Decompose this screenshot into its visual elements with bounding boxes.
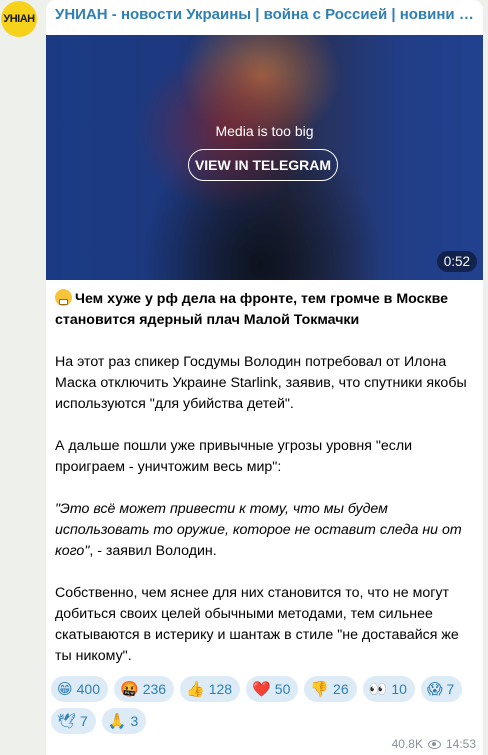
reaction-count: 26 (333, 681, 349, 697)
pray-icon: 🙏 (107, 711, 127, 730)
message-time: 14:53 (445, 737, 476, 751)
reactions-bar: 😁 400 🤬 236 👍 128 ❤️ 50 👎 26 👀 10 😱 7 🕊 7 🙏 3 (51, 676, 481, 734)
reaction-count: 7 (80, 713, 88, 729)
view-in-telegram-button[interactable]: VIEW IN TELEGRAM (188, 149, 338, 181)
reaction-thumbs-up[interactable]: 👍 128 (180, 676, 241, 702)
reaction-pray[interactable]: 🙏 3 (101, 708, 147, 734)
video-duration: 0:52 (436, 251, 477, 272)
channel-avatar[interactable]: УНІАН (1, 1, 37, 37)
reaction-angry[interactable]: 🤬 236 (114, 676, 175, 702)
reaction-count: 400 (76, 681, 100, 697)
reaction-count: 128 (208, 681, 233, 697)
message-bubble: УНИАН - новости Украины | война с Россие… (46, 0, 483, 755)
eyes-icon: 👀 (368, 679, 388, 698)
dove-icon: 🕊 (57, 711, 77, 730)
video-preview[interactable]: Media is too big VIEW IN TELEGRAM 0:52 (46, 35, 483, 280)
avatar-label: УНІАН (3, 13, 35, 25)
heart-icon: ❤️ (252, 679, 271, 698)
paragraph-3: Собственно, чем яснее для них становится… (55, 585, 459, 664)
reaction-grin[interactable]: 😁 400 (51, 676, 108, 702)
channel-title[interactable]: УНИАН - новости Украины | война с Россие… (55, 6, 475, 23)
view-count: 40.8K (391, 737, 423, 751)
eye-icon (427, 739, 441, 749)
message-text: Чем хуже у рф дела на фронте, тем громче… (55, 289, 470, 667)
reaction-count: 50 (274, 681, 291, 697)
grin-emoji-icon: 😁 (57, 679, 73, 698)
reaction-dove[interactable]: 🕊 7 (51, 708, 96, 734)
reaction-count: 3 (130, 713, 139, 729)
message-meta: 40.8K 14:53 (392, 737, 476, 751)
media-notice: Media is too big (215, 123, 314, 139)
headline-paragraph: Чем хуже у рф дела на фронте, тем громче… (55, 289, 470, 331)
reaction-count: 236 (142, 681, 167, 697)
angry-emoji-icon: 🤬 (120, 679, 139, 698)
quote-attribution: , - заявил Володин. (89, 543, 217, 559)
thumbs-down-icon: 👎 (310, 679, 330, 698)
reaction-scream[interactable]: 😱 7 (420, 676, 463, 702)
reaction-count: 7 (446, 681, 455, 697)
reaction-eyes[interactable]: 👀 10 (362, 676, 415, 702)
scream-emoji-icon: 😱 (426, 679, 443, 698)
reaction-heart[interactable]: ❤️ 50 (246, 676, 299, 702)
thumbs-up-icon: 👍 (186, 679, 205, 698)
paragraph-2: А дальше пошли уже привычные угрозы уров… (55, 438, 413, 475)
paragraph-1: На этот раз спикер Госдумы Володин потре… (55, 354, 467, 412)
grinning-face-icon (55, 289, 72, 306)
reaction-count: 10 (391, 681, 407, 697)
quote-paragraph: "Это всё может привести к тому, что мы б… (55, 499, 470, 562)
reaction-thumbs-down[interactable]: 👎 26 (304, 676, 357, 702)
headline: Чем хуже у рф дела на фронте, тем громче… (55, 291, 449, 328)
